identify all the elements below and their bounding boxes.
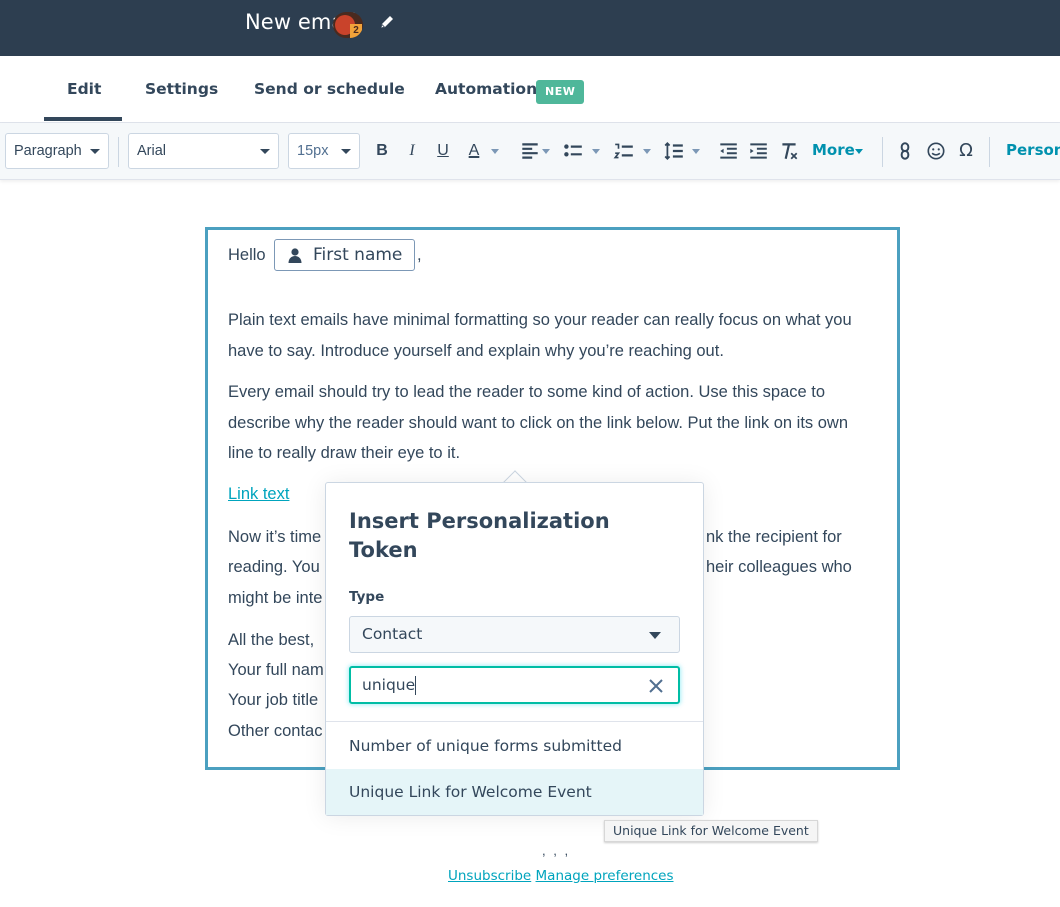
greeting-comma: , (417, 246, 422, 264)
personalization-token-popover: Insert Personalization Token Type Contac… (325, 482, 704, 816)
toolbar-divider (882, 137, 883, 167)
token-label: First name (313, 245, 403, 265)
app-header: New email 2 (0, 0, 1060, 56)
new-badge: NEW (536, 80, 585, 104)
tab-bar: Edit Settings Send or schedule Automatio… (0, 56, 1060, 123)
token-search-input[interactable] (362, 675, 632, 695)
chevron-down-icon[interactable] (491, 149, 499, 154)
align-left-icon[interactable] (519, 140, 541, 162)
tab-send-or-schedule[interactable]: Send or schedule (254, 80, 405, 98)
emoji-icon[interactable] (925, 140, 947, 162)
toolbar-divider (118, 137, 119, 167)
paragraph-3-line-2b: heir colleagues who (706, 558, 852, 576)
paragraph-style-value: Paragraph (14, 143, 82, 159)
link-icon[interactable] (894, 140, 916, 162)
token-result-item[interactable]: Number of unique forms submitted (326, 723, 703, 769)
font-size-value: 15px (297, 143, 329, 159)
pencil-icon[interactable] (378, 13, 396, 31)
toolbar-divider (989, 137, 990, 167)
bold-icon[interactable]: B (371, 140, 393, 162)
line-height-icon[interactable] (663, 140, 685, 162)
bullet-list-icon[interactable] (562, 140, 584, 162)
user-avatar: 2 (333, 12, 363, 38)
numbered-list-icon[interactable] (613, 140, 635, 162)
popover-arrow (502, 469, 528, 483)
type-select[interactable]: Contact (349, 616, 680, 653)
chevron-down-icon[interactable] (855, 149, 863, 154)
personalize-button[interactable]: Person (1006, 141, 1060, 159)
type-select-value: Contact (362, 625, 423, 643)
special-character-icon[interactable]: Ω (955, 140, 977, 162)
paragraph-2: Every email should try to lead the reade… (228, 383, 849, 462)
paragraph-style-select[interactable]: Paragraph (5, 133, 109, 169)
paragraph-1: Plain text emails have minimal formattin… (228, 311, 852, 360)
tab-edit[interactable]: Edit (67, 80, 101, 98)
chevron-down-icon[interactable] (592, 149, 600, 154)
tab-automation[interactable]: Automation (435, 80, 537, 98)
font-family-select[interactable]: Arial (128, 133, 279, 169)
manage-preferences-link[interactable]: Manage preferences (536, 868, 674, 884)
outdent-icon[interactable] (717, 140, 739, 162)
token-search-field[interactable] (349, 666, 680, 704)
indent-icon[interactable] (747, 140, 769, 162)
first-name-token[interactable]: First name (274, 239, 415, 271)
clear-formatting-icon[interactable] (778, 140, 800, 162)
footer-links: Unsubscribe Manage preferences (448, 868, 674, 884)
chevron-down-icon[interactable] (643, 149, 651, 154)
active-tab-indicator (44, 117, 122, 121)
chevron-down-icon[interactable] (692, 149, 700, 154)
tab-settings[interactable]: Settings (145, 80, 218, 98)
body-link[interactable]: Link text (228, 485, 289, 504)
popover-divider (326, 721, 703, 722)
person-icon (288, 248, 302, 263)
footer-address-placeholder: , , , (542, 843, 571, 858)
font-size-select[interactable]: 15px (288, 133, 360, 169)
more-dropdown[interactable]: More (812, 141, 855, 159)
underline-icon[interactable]: U (432, 140, 454, 162)
type-label: Type (349, 589, 385, 605)
text-color-icon[interactable]: A (463, 140, 485, 162)
token-result-item[interactable]: Unique Link for Welcome Event (326, 769, 703, 815)
paragraph-3-line-1b: nk the recipient for (706, 528, 842, 546)
popover-title: Insert Personalization Token (349, 509, 610, 562)
font-family-value: Arial (137, 143, 167, 159)
tooltip: Unique Link for Welcome Event (604, 820, 818, 842)
unsubscribe-link[interactable]: Unsubscribe (448, 868, 531, 884)
italic-icon[interactable]: I (401, 140, 423, 162)
chevron-down-icon (649, 632, 661, 639)
chevron-down-icon[interactable] (542, 149, 550, 154)
text-cursor (415, 676, 416, 695)
close-icon[interactable] (648, 678, 664, 694)
rich-text-toolbar: Paragraph Arial 15px B I U A More Ω Pers… (0, 123, 1060, 180)
